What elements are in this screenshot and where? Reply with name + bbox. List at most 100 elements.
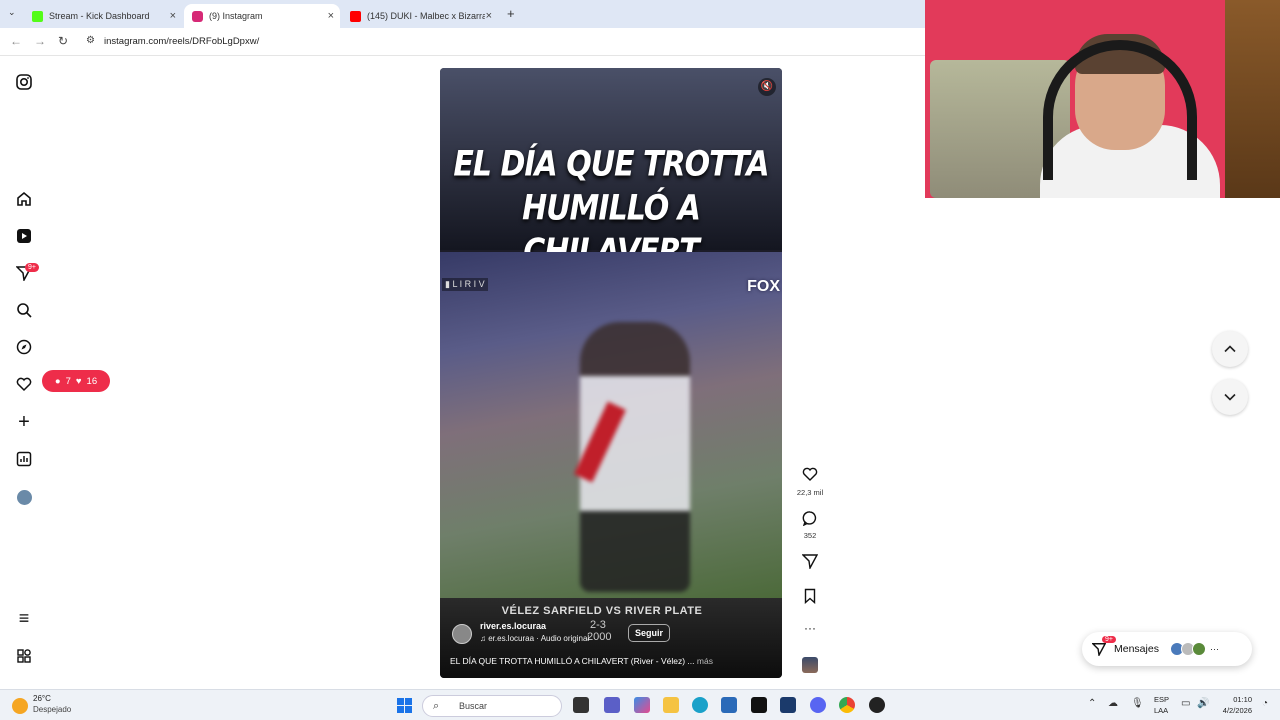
headphones	[1043, 40, 1197, 180]
tab-title: Stream - Kick Dashboard	[49, 11, 150, 21]
audio-label[interactable]: ♫ er.es.locuraa · Audio original	[480, 634, 589, 643]
network-icon[interactable]: ▭	[1181, 698, 1190, 709]
home-icon[interactable]	[14, 189, 34, 209]
teams-icon[interactable]	[604, 697, 620, 713]
language-indicator[interactable]: ESP	[1154, 695, 1169, 704]
kick-favicon-icon	[32, 10, 43, 22]
chrome-icon[interactable]	[839, 697, 855, 713]
photoshop-icon[interactable]	[780, 697, 796, 713]
copilot-icon[interactable]	[634, 697, 650, 713]
edge-icon[interactable]	[692, 697, 708, 713]
match-title: VÉLEZ SARFIELD VS RIVER PLATE	[501, 605, 703, 617]
close-tab-icon[interactable]: ×	[170, 10, 176, 22]
dashboard-icon[interactable]	[14, 449, 34, 469]
weather-temperature[interactable]: 26°C	[33, 694, 51, 703]
instagram-favicon-icon	[192, 10, 203, 22]
meta-apps-icon[interactable]	[14, 646, 34, 666]
save-icon[interactable]	[798, 588, 822, 608]
notification-center-icon[interactable]: ◔	[1262, 698, 1268, 709]
mute-icon[interactable]: 🔇	[758, 78, 776, 96]
close-tab-icon[interactable]: ×	[486, 10, 492, 22]
create-icon[interactable]: +	[14, 411, 34, 433]
contact-avatar	[1191, 642, 1206, 656]
comment-icon: ●	[54, 375, 61, 387]
keyboard-layout[interactable]: LAA	[1154, 706, 1168, 715]
weather-icon[interactable]	[12, 698, 28, 714]
address-bar: ← → ↻ ⚙ instagram.com/reels/DRFobLgDpxw/	[0, 28, 925, 56]
match-year: 2000	[587, 631, 612, 643]
url-field[interactable]: instagram.com/reels/DRFobLgDpxw/	[104, 36, 259, 47]
close-tab-icon[interactable]: ×	[328, 10, 334, 22]
messages-label: Mensajes	[1114, 643, 1159, 655]
weather-description[interactable]: Despejado	[33, 705, 71, 714]
next-reel-button[interactable]	[1212, 379, 1248, 415]
comment-count: 352	[803, 531, 817, 540]
messages-button[interactable]: 9+ Mensajes ···	[1082, 632, 1252, 666]
profile-avatar[interactable]	[14, 487, 34, 507]
folder-icon[interactable]	[663, 697, 679, 713]
instagram-logo-icon[interactable]	[14, 72, 34, 92]
search-icon[interactable]	[14, 300, 34, 320]
comment-icon[interactable]	[798, 510, 822, 530]
file-explorer-icon[interactable]	[573, 697, 589, 713]
taskbar: 26°C Despejado ⌕ Buscar ⌃ ☁ 🎙 ESP LAA ▭ …	[0, 689, 1280, 720]
reload-icon[interactable]: ↻	[58, 34, 68, 48]
explore-icon[interactable]	[14, 337, 34, 357]
notifications-badge: 9+	[25, 263, 39, 272]
tab-title: (145) DUKI - Malbec x Bizarrap	[367, 11, 485, 21]
audio-thumbnail[interactable]	[798, 657, 822, 673]
webcam-overlay	[925, 0, 1280, 198]
tab-bar: ⌄ Stream - Kick Dashboard × (9) Instagra…	[0, 0, 925, 28]
like-count: 22,3 mil	[796, 488, 824, 497]
discord-icon[interactable]	[810, 697, 826, 713]
match-score: 2-3	[590, 619, 606, 631]
messages-badge: 9+	[1102, 636, 1116, 643]
youtube-favicon-icon	[350, 10, 361, 22]
scoreboard-overlay: ▮ L I R I V	[442, 278, 488, 291]
caption-text: EL DÍA QUE TROTTA HUMILLÓ A CHILAVERT (R…	[450, 656, 695, 666]
comment-count: 7	[65, 375, 71, 387]
clock-date[interactable]: 4/2/2026	[1212, 706, 1252, 715]
windows-start-icon[interactable]	[397, 698, 412, 713]
microphone-icon[interactable]: 🎙	[1131, 698, 1144, 709]
more-contacts-icon: ···	[1209, 644, 1219, 654]
menu-icon[interactable]: ≡	[14, 608, 34, 628]
match-footage: ▮ L I R I V FOX	[440, 252, 782, 598]
caption-more-link[interactable]: más	[697, 656, 713, 666]
app-icon[interactable]	[869, 697, 885, 713]
creator-username[interactable]: river.es.locuraa	[480, 621, 546, 631]
share-icon[interactable]	[798, 553, 822, 573]
store-icon[interactable]	[721, 697, 737, 713]
tiktok-icon[interactable]	[751, 697, 767, 713]
send-icon	[1092, 643, 1106, 656]
new-tab-button[interactable]: +	[507, 6, 515, 21]
tray-chevron-icon[interactable]: ⌃	[1088, 698, 1096, 709]
more-options-icon[interactable]: ···	[798, 621, 822, 635]
tab-kick[interactable]: Stream - Kick Dashboard ×	[24, 4, 182, 28]
volume-icon[interactable]: 🔊	[1197, 698, 1209, 709]
creator-avatar[interactable]	[452, 624, 472, 644]
broadcaster-logo: FOX	[747, 278, 780, 295]
site-info-icon[interactable]: ⚙	[86, 35, 95, 46]
onedrive-icon[interactable]: ☁	[1108, 698, 1118, 709]
forward-icon[interactable]: →	[34, 34, 46, 48]
reels-icon[interactable]	[14, 226, 34, 246]
clock-time[interactable]: 01:10	[1218, 695, 1252, 704]
search-icon: ⌕	[433, 700, 440, 712]
heart-filled-icon: ♥	[75, 375, 82, 387]
tab-youtube[interactable]: (145) DUKI - Malbec x Bizarrap ×	[342, 4, 498, 28]
tab-instagram[interactable]: (9) Instagram ×	[184, 4, 340, 28]
notification-pill[interactable]: ● 7 ♥ 16	[42, 370, 110, 392]
headline-line-1: EL DÍA QUE TROTTA	[453, 144, 769, 185]
reel-video[interactable]: EL DÍA QUE TROTTA HUMILLÓ A CHILAVERT 🔇 …	[440, 68, 782, 678]
follow-button[interactable]: Seguir	[628, 624, 671, 642]
taskbar-search[interactable]: ⌕ Buscar	[422, 695, 562, 717]
previous-reel-button[interactable]	[1212, 331, 1248, 367]
like-count: 16	[86, 375, 98, 387]
reel-caption: EL DÍA QUE TROTTA HUMILLÓ A CHILAVERT (R…	[450, 656, 713, 666]
tab-title: (9) Instagram	[209, 11, 263, 21]
heart-icon[interactable]	[14, 374, 34, 394]
back-icon[interactable]: ←	[10, 34, 22, 48]
like-icon[interactable]	[798, 466, 822, 486]
tab-search-chevron-icon[interactable]: ⌄	[8, 7, 16, 18]
